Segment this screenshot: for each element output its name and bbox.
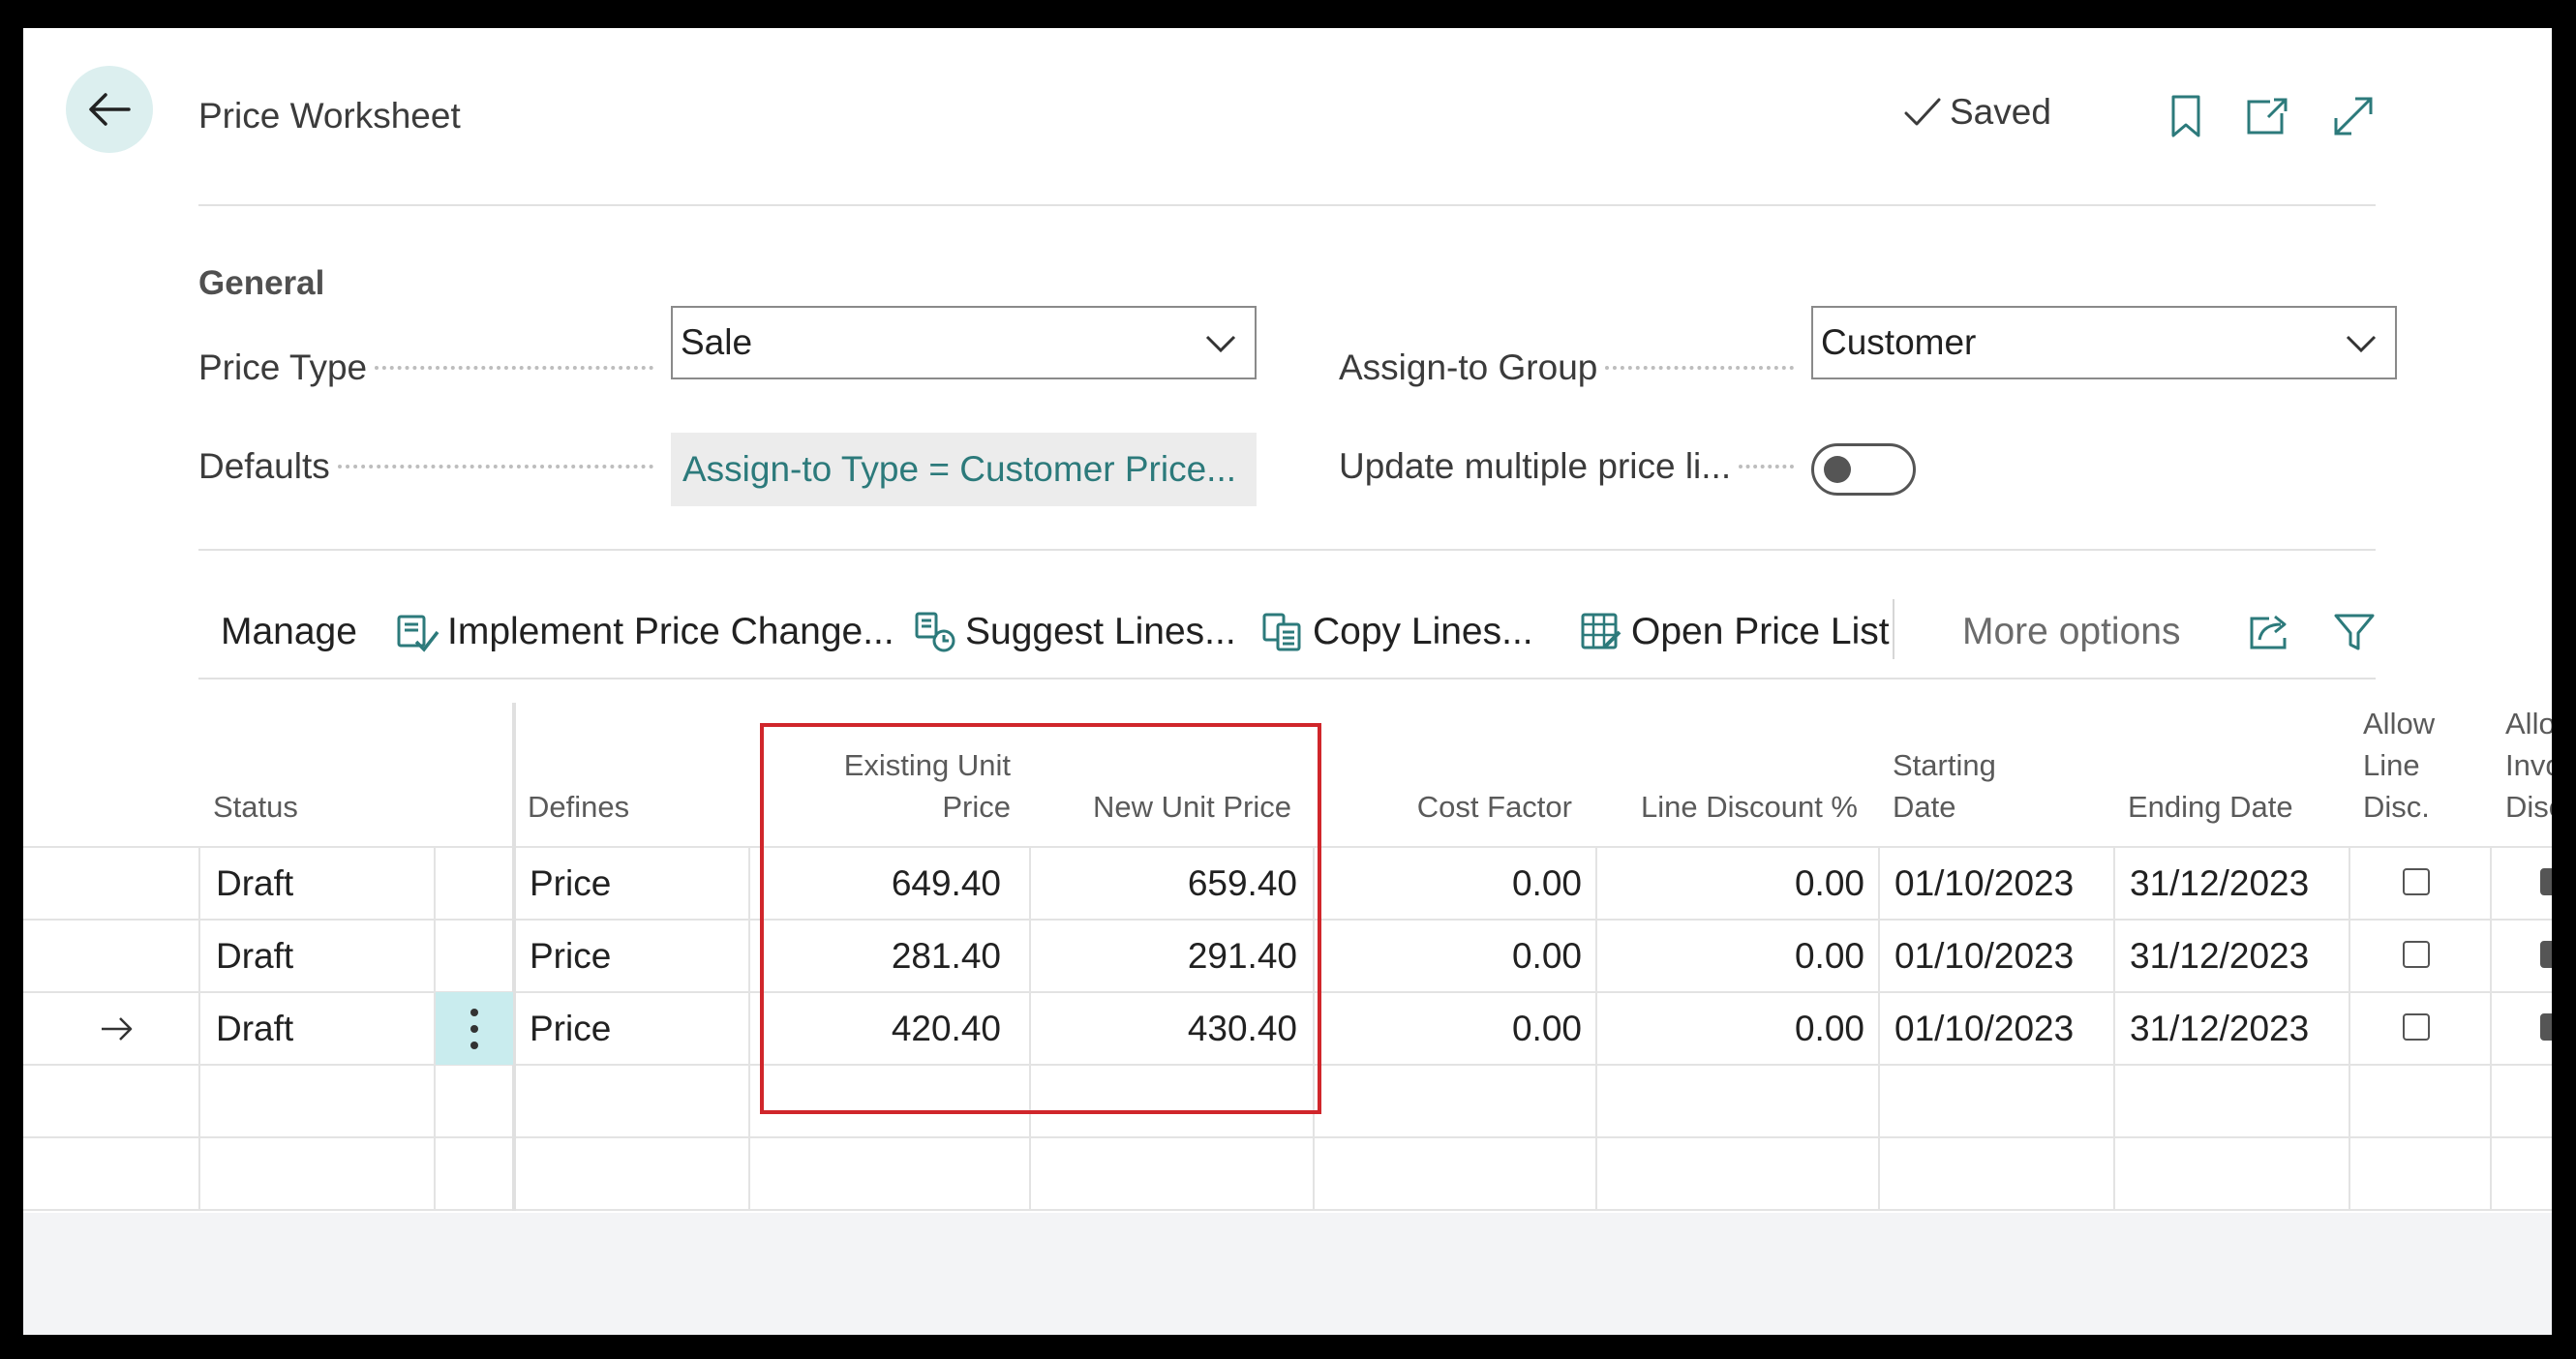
filter-button[interactable] <box>2333 603 2383 661</box>
chevron-down-icon <box>1205 335 1236 353</box>
grid-line <box>2113 846 2115 1211</box>
price-type-label: Price Type <box>198 347 653 388</box>
cell-line-discount[interactable]: 0.00 <box>1603 847 1864 920</box>
saved-label: Saved <box>1950 92 2051 132</box>
assign-to-group-label: Assign-to Group <box>1339 347 1794 388</box>
grid-line <box>2490 846 2492 1211</box>
update-multiple-toggle[interactable] <box>1811 443 1916 496</box>
action-bar-top-divider <box>198 549 2376 551</box>
price-columns-highlight <box>760 723 1321 1114</box>
toggle-knob <box>1824 456 1851 483</box>
column-header-allow-invoice-disc[interactable]: Allo Invo Disc <box>2505 703 2552 828</box>
open-price-list-button[interactable]: Open Price List <box>1579 603 1890 661</box>
header-divider <box>198 204 2376 206</box>
grid-line <box>2349 846 2350 1211</box>
defaults-label: Defaults <box>198 446 653 487</box>
implement-price-change-button[interactable]: Implement Price Change... <box>395 603 894 661</box>
cell-status[interactable]: Draft <box>216 992 293 1065</box>
implement-price-change-icon <box>397 615 439 652</box>
cell-cost-factor[interactable]: 0.00 <box>1320 847 1582 920</box>
price-type-value: Sale <box>681 322 753 362</box>
share-icon <box>2250 615 2287 649</box>
cell-defines[interactable]: Price <box>530 847 611 920</box>
open-new-window-button[interactable] <box>2243 92 2291 140</box>
arrow-right-icon <box>102 1016 133 1041</box>
arrow-left-icon <box>89 93 131 126</box>
action-bar-separator <box>1893 599 1894 659</box>
bookmark-icon <box>2171 95 2200 137</box>
suggest-lines-button[interactable]: Suggest Lines... <box>913 603 1236 661</box>
general-section-title: General <box>198 264 325 302</box>
frozen-column-divider[interactable] <box>512 703 516 1211</box>
action-bar-bottom-divider <box>198 678 2376 680</box>
page-footer-area <box>23 1213 2552 1335</box>
column-header-cost-factor[interactable]: Cost Factor <box>1349 786 1572 828</box>
allow-line-disc-checkbox[interactable] <box>2403 1013 2430 1041</box>
expand-icon <box>2334 97 2373 136</box>
allow-invoice-disc-checkbox[interactable] <box>2540 868 2552 895</box>
current-row-indicator <box>93 992 141 1065</box>
allow-invoice-disc-checkbox[interactable] <box>2540 941 2552 968</box>
more-vertical-icon <box>470 1008 478 1049</box>
checkmark-icon <box>1904 98 1941 126</box>
cell-ending-date[interactable]: 31/12/2023 <box>2130 920 2309 992</box>
grid-line <box>23 1136 2552 1138</box>
back-button[interactable] <box>66 66 153 153</box>
open-new-window-icon <box>2247 98 2288 135</box>
column-header-ending-date[interactable]: Ending Date <box>2128 786 2293 828</box>
cell-starting-date[interactable]: 01/10/2023 <box>1894 992 2074 1065</box>
cell-cost-factor[interactable]: 0.00 <box>1320 920 1582 992</box>
expand-button[interactable] <box>2329 92 2378 140</box>
cell-cost-factor[interactable]: 0.00 <box>1320 992 1582 1065</box>
page-title: Price Worksheet <box>198 96 461 136</box>
cell-line-discount[interactable]: 0.00 <box>1603 992 1864 1065</box>
defaults-link[interactable]: Assign-to Type = Customer Price... <box>671 433 1257 506</box>
manage-menu[interactable]: Manage <box>221 603 357 661</box>
price-type-select[interactable]: Sale <box>671 306 1257 379</box>
allow-line-disc-checkbox[interactable] <box>2403 941 2430 968</box>
row-actions-button[interactable] <box>436 992 513 1065</box>
column-header-status[interactable]: Status <box>213 786 298 828</box>
allow-invoice-disc-checkbox[interactable] <box>2540 1013 2552 1041</box>
cell-defines[interactable]: Price <box>530 992 611 1065</box>
cell-line-discount[interactable]: 0.00 <box>1603 920 1864 992</box>
cell-status[interactable]: Draft <box>216 920 293 992</box>
copy-lines-icon <box>1262 613 1301 651</box>
column-header-line-discount[interactable]: Line Discount % <box>1611 786 1858 828</box>
suggest-lines-icon <box>915 612 955 652</box>
update-multiple-label: Update multiple price li... <box>1339 446 1794 487</box>
assign-to-group-value: Customer <box>1821 322 1977 362</box>
open-price-list-icon <box>1581 613 1621 649</box>
copy-lines-button[interactable]: Copy Lines... <box>1260 603 1533 661</box>
column-header-starting-date[interactable]: Starting Date <box>1893 744 1996 828</box>
grid-line <box>1595 846 1597 1211</box>
cell-status[interactable]: Draft <box>216 847 293 920</box>
saved-status: Saved <box>1903 92 2051 133</box>
cell-ending-date[interactable]: 31/12/2023 <box>2130 847 2309 920</box>
allow-line-disc-checkbox[interactable] <box>2403 868 2430 895</box>
chevron-down-icon <box>2346 335 2377 353</box>
column-header-defines[interactable]: Defines <box>528 786 629 828</box>
assign-to-group-select[interactable]: Customer <box>1811 306 2397 379</box>
bookmark-button[interactable] <box>2162 92 2210 140</box>
filter-icon <box>2334 614 2375 650</box>
grid-line <box>198 846 200 1211</box>
more-options-button[interactable]: More options <box>1962 603 2180 661</box>
cell-defines[interactable]: Price <box>530 920 611 992</box>
price-worksheet-window: Price Worksheet Saved General Price Type… <box>23 28 2552 1335</box>
share-button[interactable] <box>2248 603 2300 661</box>
grid-line <box>748 846 750 1211</box>
column-header-allow-line-disc[interactable]: Allow Line Disc. <box>2363 703 2435 828</box>
grid-line <box>23 1209 2552 1211</box>
cell-ending-date[interactable]: 31/12/2023 <box>2130 992 2309 1065</box>
cell-starting-date[interactable]: 01/10/2023 <box>1894 847 2074 920</box>
cell-starting-date[interactable]: 01/10/2023 <box>1894 920 2074 992</box>
grid-line <box>1878 846 1880 1211</box>
